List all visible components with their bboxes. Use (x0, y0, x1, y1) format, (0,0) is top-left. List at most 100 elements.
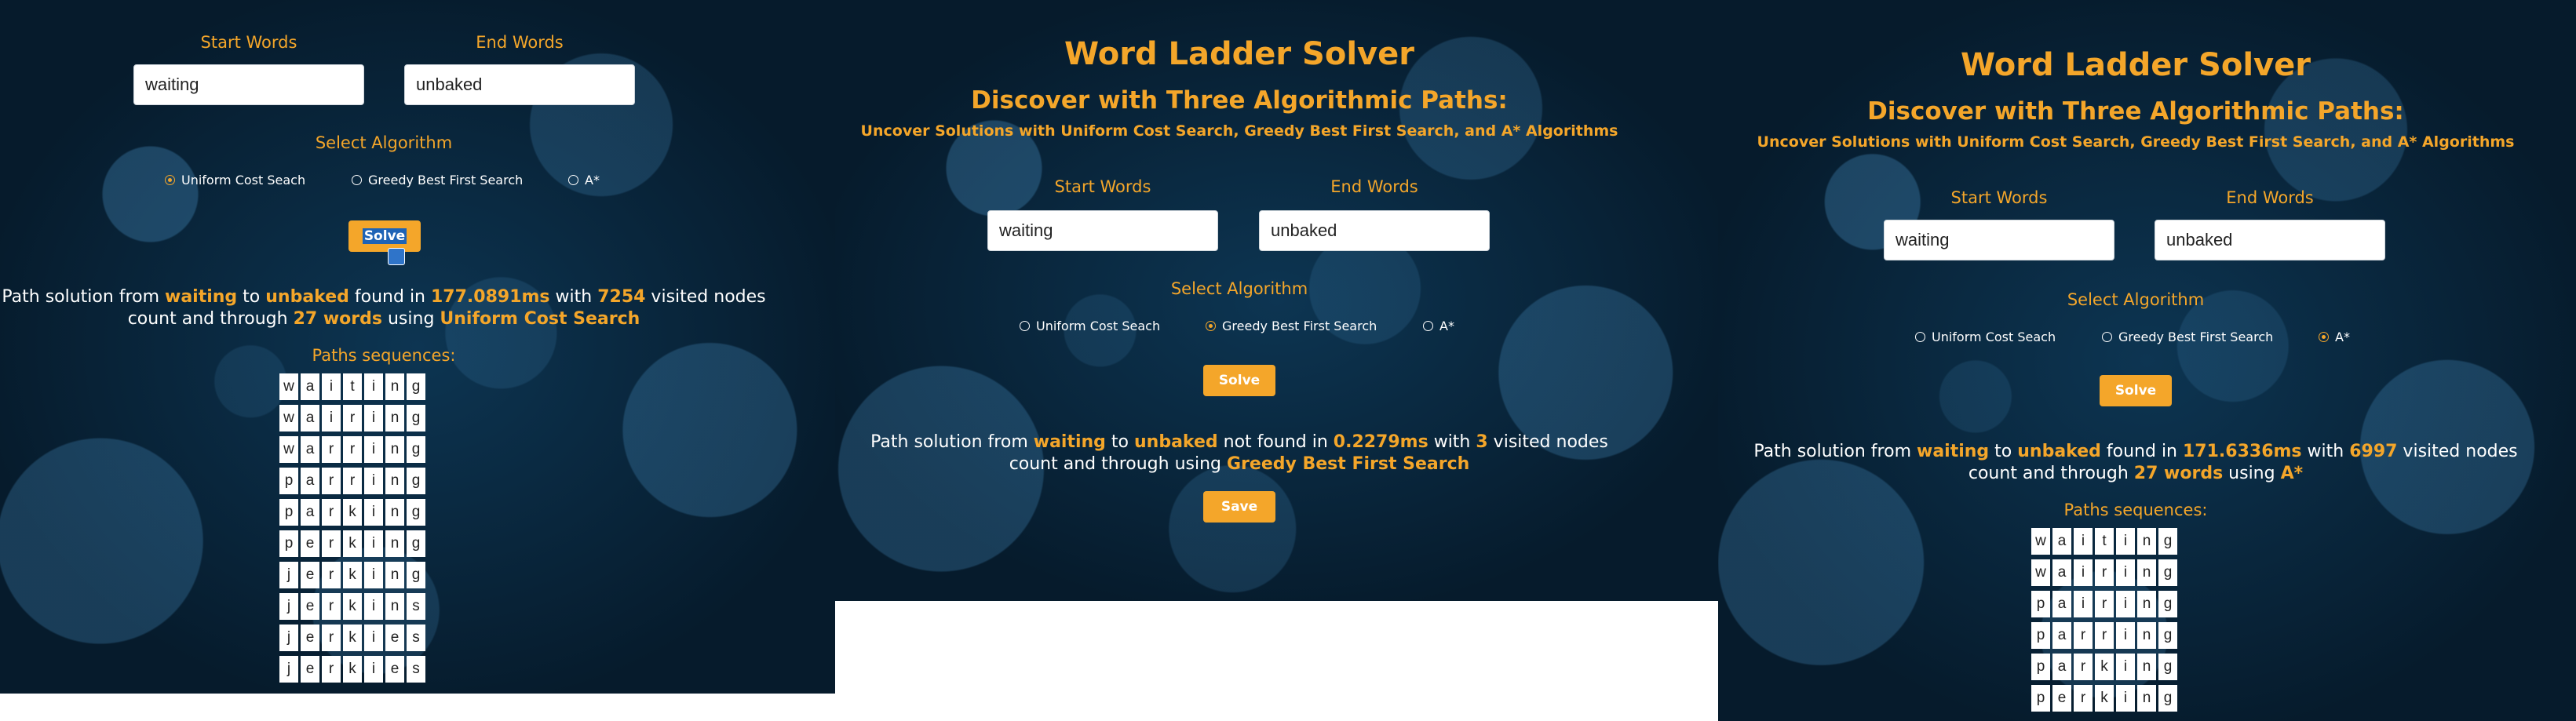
page-subtitle: Discover with Three Algorithmic Paths: (1867, 97, 2404, 126)
end-word-input[interactable]: unbaked (404, 64, 635, 105)
path-sequence-row: jerking (279, 562, 428, 588)
letter-cell: g (407, 373, 425, 400)
result-segment: found in (348, 287, 431, 307)
radio-button[interactable] (1020, 321, 1030, 331)
radio-uniform-cost[interactable]: Uniform Cost Seach (165, 173, 305, 188)
page-title: Word Ladder Solver (1961, 47, 2311, 83)
result-word-count: 27 words (2133, 464, 2224, 483)
letter-cell: k (343, 499, 362, 526)
selection-cursor-icon (388, 248, 405, 265)
radio-label: Greedy Best First Search (2118, 330, 2274, 344)
path-sequence-row: perking (279, 530, 428, 557)
letter-cell: p (2031, 591, 2050, 617)
solve-button[interactable]: Solve (2100, 375, 2172, 406)
radio-button[interactable] (568, 175, 578, 185)
start-word-input[interactable]: waiting (987, 210, 1218, 251)
letter-cell: i (364, 530, 383, 557)
letter-cell: i (2116, 685, 2135, 712)
path-sequence-row: parking (2031, 654, 2180, 680)
result-end-word: unbaked (2017, 442, 2101, 461)
radio-button[interactable] (1915, 332, 1925, 342)
end-word-input[interactable]: unbaked (1259, 210, 1490, 251)
radio-a-star[interactable]: A* (568, 173, 600, 188)
result-segment: visited nodes (645, 287, 766, 307)
letter-cell: t (2095, 528, 2114, 555)
result-segment: using (2223, 464, 2281, 483)
paths-sequences-label: Paths sequences: (312, 346, 456, 365)
radio-button[interactable] (2102, 332, 2112, 342)
letter-cell: i (364, 625, 383, 651)
letter-cell: n (385, 530, 404, 557)
letter-cell: r (343, 405, 362, 432)
letter-cell: r (322, 499, 341, 526)
solve-button[interactable]: Solve (1203, 365, 1275, 396)
letter-cell: a (2052, 622, 2071, 649)
radio-greedy-best-first[interactable]: Greedy Best First Search (1206, 319, 1377, 333)
start-word-input[interactable]: waiting (1884, 220, 2114, 260)
letter-cell: a (301, 405, 319, 432)
letter-cell: r (2074, 685, 2093, 712)
select-algorithm-label: Select Algorithm (1170, 279, 1308, 298)
letter-cell: p (279, 499, 298, 526)
save-button[interactable]: Save (1203, 491, 1275, 523)
letter-cell: n (385, 468, 404, 494)
solve-button-label: Solve (362, 228, 407, 244)
radio-a-star[interactable]: A* (2319, 330, 2350, 344)
path-sequence-row: pairing (2031, 591, 2180, 617)
radio-button[interactable] (1423, 321, 1433, 331)
letter-cell: i (364, 593, 383, 620)
letter-cell: e (2052, 685, 2071, 712)
radio-a-star[interactable]: A* (1423, 319, 1454, 333)
start-word-input[interactable]: waiting (133, 64, 364, 105)
radio-button[interactable] (352, 175, 362, 185)
radio-greedy-best-first[interactable]: Greedy Best First Search (352, 173, 523, 188)
letter-cell: i (2074, 528, 2093, 555)
path-sequence-row: parring (279, 468, 428, 494)
result-segment: found in (2100, 442, 2183, 461)
radio-button-checked[interactable] (1206, 321, 1216, 331)
letter-cell: r (322, 468, 341, 494)
letter-cell: k (343, 625, 362, 651)
letter-cell: e (301, 625, 319, 651)
letter-cell: k (2095, 685, 2114, 712)
letter-cell: n (2137, 654, 2156, 680)
result-nodes: 3 (1476, 432, 1488, 452)
path-sequence-grid: waitingwairingpairingparringparkingperki… (2031, 528, 2180, 716)
letter-cell: r (2074, 622, 2093, 649)
end-word-input[interactable]: unbaked (2155, 220, 2385, 260)
radio-label: A* (2335, 330, 2350, 344)
path-sequence-row: warring (279, 436, 428, 463)
letter-cell: r (322, 656, 341, 683)
solve-button[interactable]: Solve (348, 220, 421, 252)
letter-cell: n (2137, 685, 2156, 712)
letter-cell: g (407, 562, 425, 588)
radio-uniform-cost[interactable]: Uniform Cost Seach (1915, 330, 2056, 344)
letter-cell: e (385, 656, 404, 683)
radio-greedy-best-first[interactable]: Greedy Best First Search (2102, 330, 2273, 344)
radio-label: Greedy Best First Search (1222, 319, 1377, 333)
end-words-label: End Words (1330, 177, 1418, 196)
result-algorithm: Greedy Best First Search (1227, 454, 1470, 474)
radio-button-checked[interactable] (2319, 332, 2329, 342)
app-panel-uniform-cost: Start Words End Words waiting unbaked Se… (0, 0, 835, 694)
letter-cell: i (322, 405, 341, 432)
start-words-label: Start Words (1054, 177, 1151, 196)
letter-cell: s (407, 656, 425, 683)
letter-cell: j (279, 562, 298, 588)
radio-button-checked[interactable] (165, 175, 175, 185)
letter-cell: n (2137, 528, 2156, 555)
letter-cell: e (301, 656, 319, 683)
letter-cell: i (364, 405, 383, 432)
letter-cell: n (2137, 591, 2156, 617)
letter-cell: w (279, 405, 298, 432)
letter-cell: r (343, 468, 362, 494)
radio-uniform-cost[interactable]: Uniform Cost Seach (1020, 319, 1160, 333)
letter-cell: g (407, 530, 425, 557)
letter-cell: k (2095, 654, 2114, 680)
letter-cell: g (2158, 559, 2177, 586)
letter-cell: i (2116, 622, 2135, 649)
result-segment: not found in (1217, 432, 1334, 452)
path-sequence-grid: waitingwairingwarringparringparkingperki… (279, 373, 428, 687)
letter-cell: g (407, 499, 425, 526)
result-segment: with (549, 287, 598, 307)
